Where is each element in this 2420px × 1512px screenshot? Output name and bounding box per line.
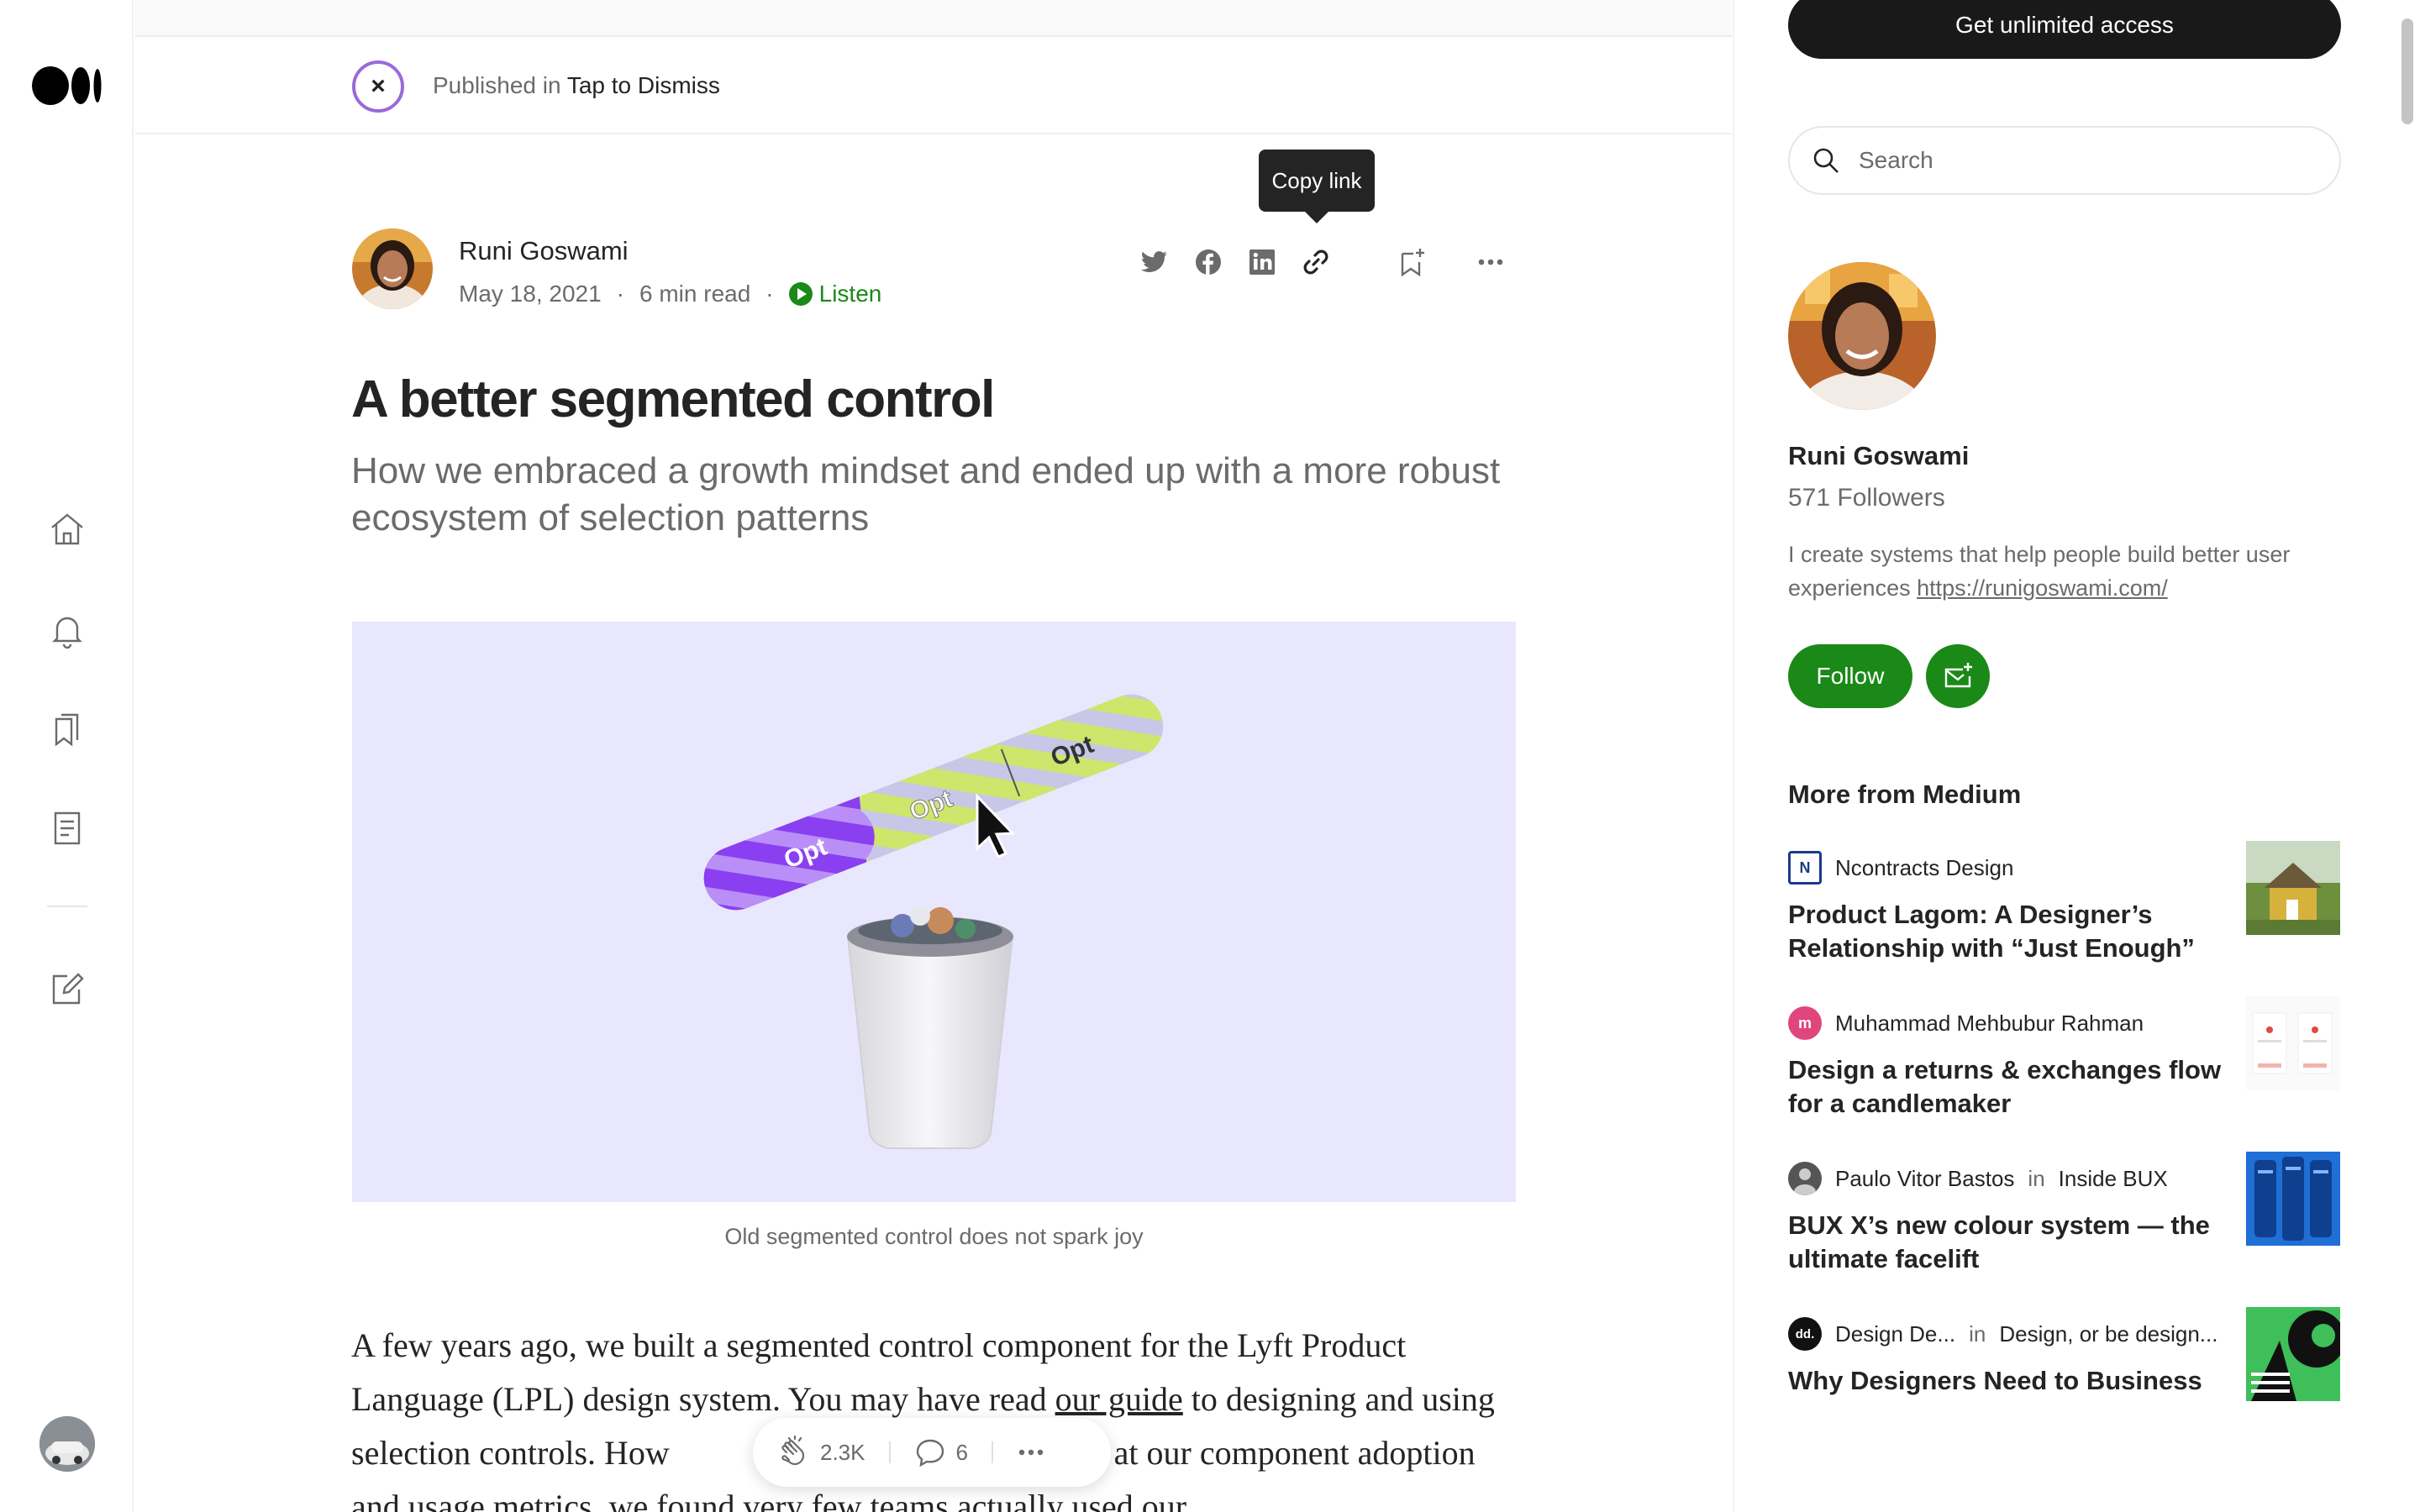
rec-thumbnail[interactable] [2246, 841, 2340, 935]
listen-label: Listen [818, 281, 882, 307]
recommendation-item[interactable]: N Ncontracts Design Product Lagom: A Des… [1788, 841, 2341, 963]
rec-author-name[interactable]: Design De... [1835, 1321, 1955, 1347]
clap-icon [781, 1436, 805, 1466]
clap-count: 2.3K [820, 1439, 865, 1465]
profile-name[interactable]: Runi Goswami [1788, 441, 1969, 471]
listen-button[interactable]: Listen [788, 281, 882, 307]
publication-logo[interactable]: × [352, 60, 404, 113]
search-input[interactable] [1859, 147, 2329, 174]
comment-icon [916, 1439, 944, 1467]
design-de-logo-icon: dd. [1788, 1317, 1822, 1351]
publication-name-link[interactable]: Tap to Dismiss [567, 72, 720, 98]
rec-title[interactable]: BUX X’s new colour system — the ultimate… [1788, 1209, 2233, 1276]
left-rail [0, 0, 134, 1512]
hero-image: Opt Opt Opt [352, 622, 1516, 1202]
rec-title[interactable]: Design a returns & exchanges flow for a … [1788, 1053, 2233, 1121]
subscribe-button[interactable] [1926, 644, 1990, 708]
rec-author-name[interactable]: Muhammad Mehbubur Rahman [1835, 1011, 2144, 1037]
home-icon[interactable] [47, 509, 87, 549]
recommendation-item[interactable]: m Muhammad Mehbubur Rahman Design a retu… [1788, 996, 2341, 1118]
clap-bar-more-button[interactable] [993, 1438, 1069, 1467]
search-icon [1813, 148, 1839, 173]
linkedin-icon[interactable] [1245, 245, 1279, 279]
rec-author-name[interactable]: Paulo Vitor Bastos [1835, 1166, 2014, 1192]
rail-divider [47, 906, 87, 907]
sidebar-divider [1733, 0, 1734, 1512]
bio-link[interactable]: https://runigoswami.com/ [1917, 575, 2168, 601]
profile-bio: I create systems that help people build … [1788, 538, 2343, 605]
read-time: 6 min read [639, 281, 751, 307]
page-scrollbar[interactable] [2402, 18, 2413, 124]
meta-dot: · [616, 281, 624, 307]
response-count: 6 [955, 1439, 968, 1465]
rec-author-line: m Muhammad Mehbubur Rahman [1788, 1006, 2144, 1040]
write-icon[interactable] [47, 968, 87, 1008]
more-from-medium-heading: More from Medium [1788, 780, 2022, 809]
author-avatar-icon [1788, 1162, 1822, 1195]
bell-icon[interactable] [47, 610, 87, 650]
medium-logo-icon[interactable] [32, 66, 103, 106]
rec-publication-name[interactable]: Design, or be design... [1999, 1321, 2217, 1347]
get-unlimited-access-button[interactable]: Get unlimited access [1788, 0, 2341, 59]
rec-author-line: Paulo Vitor Bastos in Inside BUX [1788, 1162, 2168, 1195]
author-avatar-icon: m [1788, 1006, 1822, 1040]
rec-publication-name[interactable]: Inside BUX [2059, 1166, 2168, 1192]
rec-thumbnail[interactable] [2246, 1307, 2340, 1401]
recommendation-item[interactable]: Paulo Vitor Bastos in Inside BUX BUX X’s… [1788, 1152, 2341, 1273]
copy-link-tooltip: Copy link [1259, 150, 1375, 223]
article-title: A better segmented control [351, 370, 995, 428]
responses-button[interactable]: 6 [891, 1436, 992, 1468]
rec-in-label: in [2028, 1165, 2045, 1191]
twitter-icon[interactable] [1138, 245, 1171, 279]
facebook-icon[interactable] [1192, 245, 1225, 279]
user-avatar[interactable] [39, 1416, 95, 1472]
author-avatar[interactable] [352, 228, 433, 309]
bookmarks-icon[interactable] [47, 709, 87, 749]
image-caption: Old segmented control does not spark joy [724, 1224, 1144, 1249]
our-guide-link[interactable]: our guide [1055, 1380, 1183, 1418]
article-subtitle: How we embraced a growth mindset and end… [351, 450, 1501, 538]
rec-in-label: in [1969, 1320, 1986, 1347]
publication-bar: × Published in Tap to Dismiss [135, 39, 1732, 134]
profile-avatar[interactable] [1788, 262, 1936, 410]
publish-date: May 18, 2021 [459, 281, 602, 307]
publication-line: Published in Tap to Dismiss [433, 72, 720, 99]
rec-title[interactable]: Why Designers Need to Business [1788, 1364, 2233, 1398]
published-in-label: Published in [433, 72, 561, 98]
play-icon [788, 282, 813, 306]
author-name[interactable]: Runi Goswami [459, 236, 629, 266]
link-icon[interactable] [1299, 245, 1333, 279]
article-meta: May 18, 2021 · 6 min read · Listen [459, 281, 881, 307]
more-icon [1018, 1449, 1044, 1456]
search-box[interactable] [1788, 126, 2341, 195]
rec-thumbnail[interactable] [2246, 996, 2340, 1090]
more-icon[interactable] [1474, 245, 1507, 279]
rec-title[interactable]: Product Lagom: A Designer’s Relationship… [1788, 898, 2233, 965]
recommendation-item[interactable]: dd. Design De... in Design, or be design… [1788, 1307, 2341, 1418]
rec-author-line: dd. Design De... in Design, or be design… [1788, 1317, 2217, 1351]
follower-count[interactable]: 571 Followers [1788, 484, 1945, 512]
rec-author-line: N Ncontracts Design [1788, 851, 2013, 885]
clap-bar: 2.3K 6 [753, 1418, 1111, 1487]
rec-thumbnail[interactable] [2246, 1152, 2340, 1246]
rec-author-name[interactable]: Ncontracts Design [1835, 855, 2013, 881]
bookmark-add-icon[interactable] [1395, 245, 1428, 279]
ncontracts-logo-icon: N [1788, 851, 1822, 885]
clap-button[interactable]: 2.3K [753, 1436, 889, 1469]
stories-icon[interactable] [47, 808, 87, 848]
subscribe-mail-icon [1944, 663, 1972, 688]
meta-dot: · [765, 281, 774, 307]
top-strip [135, 0, 1732, 37]
follow-button[interactable]: Follow [1788, 644, 1912, 708]
